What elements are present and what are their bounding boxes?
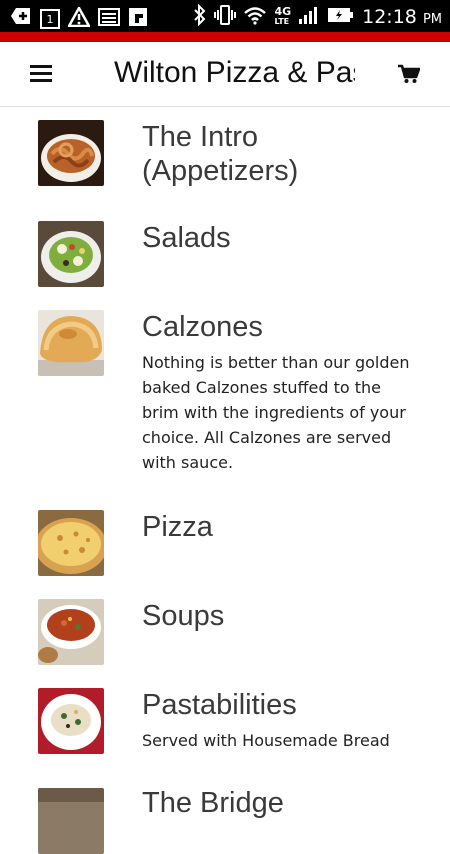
vibrate-icon bbox=[214, 4, 237, 30]
category-name: The Bridge bbox=[142, 787, 284, 819]
calendar-date: 1 bbox=[46, 12, 54, 26]
category-name: Pastabilities bbox=[142, 689, 297, 721]
warning-icon bbox=[66, 4, 92, 32]
add-notification-icon bbox=[10, 6, 32, 32]
image-icon bbox=[98, 7, 120, 32]
network-type-indicator: 4G LTE bbox=[274, 5, 292, 27]
pastabilities-image bbox=[38, 688, 104, 754]
category-name: Pizza bbox=[142, 511, 213, 543]
category-description: Nothing is better than our golden baked … bbox=[142, 353, 410, 472]
calendar-icon: 1 bbox=[40, 9, 60, 29]
list-item[interactable]: The Intro (Appetizers) bbox=[0, 120, 450, 200]
list-item[interactable]: The Bridge bbox=[0, 787, 450, 854]
calzones-image bbox=[38, 310, 104, 376]
shopping-cart-icon[interactable] bbox=[398, 64, 421, 84]
clock-time: 12:18 bbox=[362, 6, 417, 28]
brand-accent-bar bbox=[0, 32, 450, 42]
list-item[interactable]: Soups bbox=[0, 599, 450, 669]
list-item[interactable]: Pastabilities Served with Housemade Brea… bbox=[0, 688, 450, 768]
category-name: The Intro (Appetizers) bbox=[142, 121, 299, 187]
app-bar: Wilton Pizza & Pasta bbox=[0, 42, 450, 107]
signal-icon bbox=[298, 5, 320, 29]
clock: 12:18 PM bbox=[362, 6, 442, 28]
clock-ampm: PM bbox=[422, 12, 442, 27]
list-item[interactable]: Pizza bbox=[0, 510, 450, 580]
status-bar: 1 4G LTE 12:18 PM bbox=[0, 0, 450, 32]
wifi-icon bbox=[243, 5, 267, 29]
list-item[interactable]: Calzones Nothing is better than our gold… bbox=[0, 310, 450, 480]
list-item[interactable]: Salads bbox=[0, 221, 450, 291]
hamburger-menu-icon[interactable] bbox=[30, 65, 52, 83]
network-label: 4G bbox=[274, 5, 292, 18]
soups-image bbox=[38, 599, 104, 665]
flipboard-icon bbox=[128, 7, 148, 32]
category-description: Served with Housemade Bread bbox=[142, 731, 390, 750]
network-sub-label: LTE bbox=[274, 17, 290, 26]
category-name: Calzones bbox=[142, 311, 263, 343]
page-title: Wilton Pizza & Pasta bbox=[114, 56, 355, 89]
pizza-image bbox=[38, 510, 104, 576]
category-name: Salads bbox=[142, 222, 231, 254]
bluetooth-icon bbox=[193, 3, 207, 30]
battery-charging-icon bbox=[327, 7, 355, 27]
category-name: Soups bbox=[142, 600, 225, 632]
the-bridge-image bbox=[38, 788, 104, 854]
appetizers-image bbox=[38, 120, 104, 186]
salads-image bbox=[38, 221, 104, 287]
